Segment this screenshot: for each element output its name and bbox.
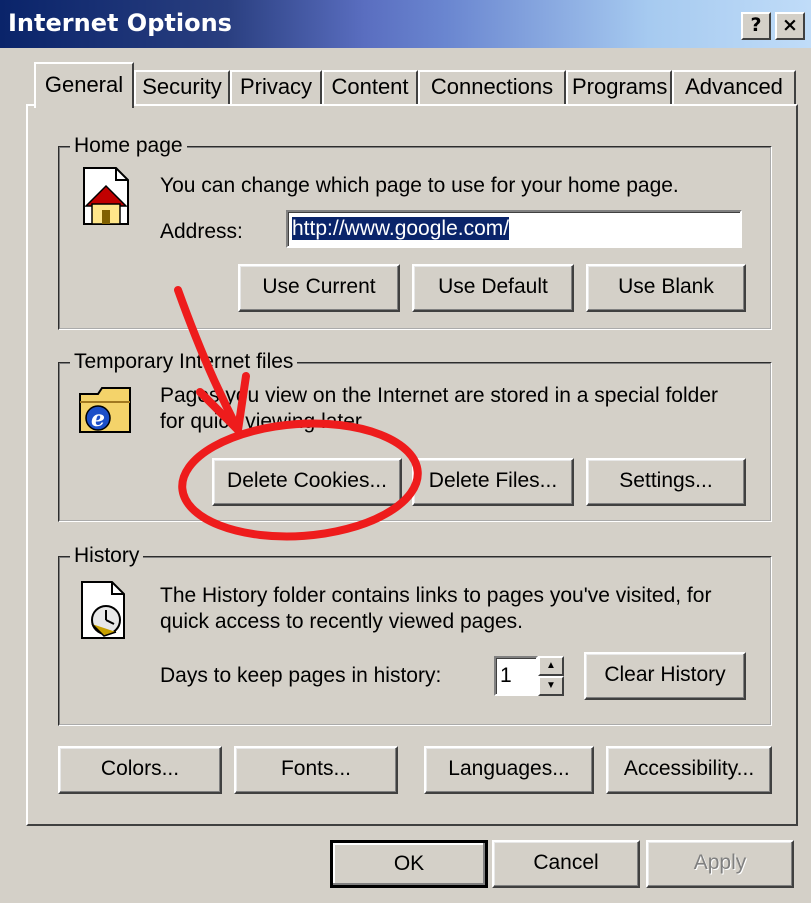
internet-options-window: Internet Options ? × General Security Pr… (0, 0, 811, 903)
help-button[interactable]: ? (741, 12, 771, 40)
temp-files-description-1: Pages you view on the Internet are store… (160, 384, 718, 407)
languages-button[interactable]: Languages... (424, 746, 594, 794)
address-value: http://www.google.com/ (292, 217, 510, 240)
tab-general[interactable]: General (34, 62, 134, 108)
history-icon (81, 581, 125, 639)
apply-button[interactable]: Apply (646, 840, 794, 888)
tab-programs[interactable]: Programs (566, 70, 672, 106)
days-spin-up-button[interactable]: ▲ (538, 656, 564, 676)
days-spin-down-button[interactable]: ▼ (538, 676, 564, 696)
tab-content[interactable]: Content (322, 70, 418, 106)
temp-files-settings-button[interactable]: Settings... (586, 458, 746, 506)
delete-cookies-button[interactable]: Delete Cookies... (212, 458, 402, 506)
window-title: Internet Options (8, 9, 232, 37)
use-blank-button[interactable]: Use Blank (586, 264, 746, 312)
history-description-2: quick access to recently viewed pages. (160, 610, 524, 633)
fonts-button[interactable]: Fonts... (234, 746, 398, 794)
temp-files-description-2: for quick viewing later. (160, 410, 367, 433)
address-label: Address: (160, 220, 243, 243)
temp-files-legend: Temporary Internet files (70, 349, 298, 375)
tab-privacy[interactable]: Privacy (230, 70, 322, 106)
svg-text:e: e (91, 406, 105, 432)
tab-security[interactable]: Security (134, 70, 230, 106)
days-to-keep-label: Days to keep pages in history: (160, 664, 442, 687)
colors-button[interactable]: Colors... (58, 746, 222, 794)
days-to-keep-field[interactable]: 1 (494, 656, 538, 696)
tab-advanced[interactable]: Advanced (672, 70, 796, 106)
ok-button[interactable]: OK (330, 840, 488, 888)
delete-files-button[interactable]: Delete Files... (412, 458, 574, 506)
use-default-button[interactable]: Use Default (412, 264, 574, 312)
home-page-description: You can change which page to use for you… (160, 174, 679, 197)
temp-files-folder-icon: e (79, 387, 131, 433)
tab-connections[interactable]: Connections (418, 70, 566, 106)
use-current-button[interactable]: Use Current (238, 264, 400, 312)
accessibility-button[interactable]: Accessibility... (606, 746, 772, 794)
cancel-button[interactable]: Cancel (492, 840, 640, 888)
home-page-legend: Home page (70, 133, 187, 159)
history-legend: History (70, 543, 144, 569)
clear-history-button[interactable]: Clear History (584, 652, 746, 700)
history-description-1: The History folder contains links to pag… (160, 584, 712, 607)
close-button[interactable]: × (775, 12, 805, 40)
home-page-icon (83, 167, 129, 225)
title-bar[interactable]: Internet Options ? × (0, 0, 811, 48)
address-field[interactable]: http://www.google.com/ (286, 210, 742, 248)
